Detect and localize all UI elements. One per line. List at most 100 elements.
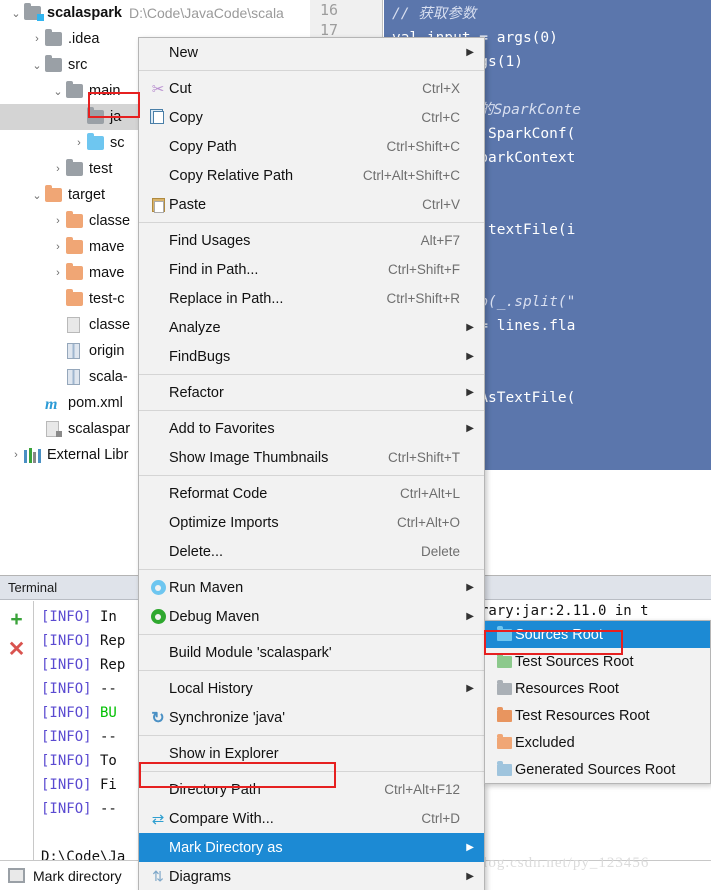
menu-item-new[interactable]: New ▶ bbox=[139, 38, 484, 67]
menu-item-label: Reformat Code bbox=[169, 485, 268, 502]
menu-item-show-image-thumbnails[interactable]: Show Image Thumbnails Ctrl+Shift+T bbox=[139, 443, 484, 472]
submenu-item-test-resources-root[interactable]: Test Resources Root bbox=[485, 702, 710, 729]
folder-blue-gen-icon bbox=[493, 761, 515, 776]
tree-twisty-right-icon[interactable]: › bbox=[50, 161, 66, 177]
menu-item-copy-relative-path[interactable]: Copy Relative Path Ctrl+Alt+Shift+C bbox=[139, 161, 484, 190]
menu-item-build-module-scalaspark[interactable]: Build Module 'scalaspark' bbox=[139, 638, 484, 667]
menu-item-shortcut: Ctrl+Shift+R bbox=[386, 291, 460, 306]
menu-item-shortcut: Ctrl+Shift+F bbox=[387, 262, 460, 277]
menu-item-diagrams[interactable]: ⇅ Diagrams ▶ bbox=[139, 862, 484, 890]
tree-twisty-right-icon[interactable]: › bbox=[50, 239, 66, 255]
submenu-arrow-icon: ▶ bbox=[466, 611, 474, 622]
tree-row-label: mave bbox=[89, 239, 125, 255]
folder-green-icon bbox=[493, 653, 515, 668]
tree-row-label: main bbox=[89, 83, 121, 99]
submenu-arrow-icon: ▶ bbox=[466, 322, 474, 333]
submenu-item-resources-root[interactable]: Resources Root bbox=[485, 675, 710, 702]
line-number-gutter: 16 17 bbox=[310, 0, 383, 40]
tree-twisty-down-icon[interactable]: ⌄ bbox=[8, 5, 24, 21]
menu-item-cut[interactable]: ✂ Cut Ctrl+X bbox=[139, 74, 484, 103]
close-terminal-icon[interactable]: ✕ bbox=[8, 639, 26, 660]
menu-item-paste[interactable]: Paste Ctrl+V bbox=[139, 190, 484, 219]
tree-twisty-right-icon[interactable]: › bbox=[50, 213, 66, 229]
menu-item-find-usages[interactable]: Find Usages Alt+F7 bbox=[139, 226, 484, 255]
menu-item-find-in-path[interactable]: Find in Path... Ctrl+Shift+F bbox=[139, 255, 484, 284]
menu-item-shortcut: Alt+F7 bbox=[420, 233, 460, 248]
tree-twisty-right-icon[interactable]: › bbox=[71, 135, 87, 151]
menu-item-shortcut: Ctrl+V bbox=[422, 197, 460, 212]
menu-item-show-in-explorer[interactable]: Show in Explorer bbox=[139, 739, 484, 768]
menu-item-label: Copy Relative Path bbox=[169, 167, 294, 184]
file-text-icon bbox=[66, 316, 84, 333]
menu-item-label: Show Image Thumbnails bbox=[169, 449, 329, 466]
menu-item-run-maven[interactable]: Run Maven ▶ bbox=[139, 573, 484, 602]
menu-divider bbox=[139, 374, 484, 375]
menu-divider bbox=[139, 670, 484, 671]
menu-item-reformat-code[interactable]: Reformat Code Ctrl+Alt+L bbox=[139, 479, 484, 508]
menu-item-replace-in-path[interactable]: Replace in Path... Ctrl+Shift+R bbox=[139, 284, 484, 313]
menu-item-synchronize-java[interactable]: ↻ Synchronize 'java' bbox=[139, 703, 484, 732]
menu-item-label: Compare With... bbox=[169, 810, 274, 827]
status-text: Mark directory bbox=[33, 867, 122, 884]
tree-row-label: scalaspark bbox=[47, 5, 122, 21]
add-terminal-icon[interactable]: + bbox=[10, 609, 22, 630]
submenu-item-label: Sources Root bbox=[515, 626, 603, 643]
menu-item-label: Optimize Imports bbox=[169, 514, 279, 531]
tree-row-label: sc bbox=[110, 135, 125, 151]
tree-twisty-down-icon[interactable]: ⌄ bbox=[29, 187, 45, 203]
menu-item-shortcut: Ctrl+X bbox=[422, 81, 460, 96]
submenu-arrow-icon: ▶ bbox=[466, 842, 474, 853]
folder-blue-icon bbox=[87, 132, 105, 151]
folder-orange-res-icon bbox=[493, 707, 515, 722]
tree-twisty-down-icon[interactable]: ⌄ bbox=[50, 83, 66, 99]
menu-item-optimize-imports[interactable]: Optimize Imports Ctrl+Alt+O bbox=[139, 508, 484, 537]
submenu-item-sources-root[interactable]: Sources Root bbox=[485, 621, 710, 648]
menu-item-copy[interactable]: Copy Ctrl+C bbox=[139, 103, 484, 132]
folder-orange-icon bbox=[66, 210, 84, 229]
menu-item-shortcut: Delete bbox=[420, 544, 460, 559]
tree-twisty-right-icon[interactable]: › bbox=[29, 31, 45, 47]
menu-item-refactor[interactable]: Refactor ▶ bbox=[139, 378, 484, 407]
menu-item-label: Delete... bbox=[169, 543, 223, 560]
submenu-item-generated-sources-root[interactable]: Generated Sources Root bbox=[485, 756, 710, 783]
menu-item-analyze[interactable]: Analyze ▶ bbox=[139, 313, 484, 342]
submenu-arrow-icon: ▶ bbox=[466, 871, 474, 882]
menu-item-mark-directory-as[interactable]: Mark Directory as ▶ bbox=[139, 833, 484, 862]
menu-item-compare-with[interactable]: ⇄ Compare With... Ctrl+D bbox=[139, 804, 484, 833]
gear-blue-icon bbox=[147, 580, 169, 595]
menu-item-directory-path[interactable]: Directory Path Ctrl+Alt+F12 bbox=[139, 775, 484, 804]
tree-twisty-right-icon[interactable]: › bbox=[50, 265, 66, 281]
submenu-arrow-icon: ▶ bbox=[466, 351, 474, 362]
menu-item-shortcut: Ctrl+Shift+T bbox=[387, 450, 460, 465]
menu-item-label: Cut bbox=[169, 80, 192, 97]
menu-item-shortcut: Ctrl+Alt+L bbox=[399, 486, 460, 501]
submenu-item-excluded[interactable]: Excluded bbox=[485, 729, 710, 756]
submenu-item-label: Test Sources Root bbox=[515, 653, 634, 670]
menu-divider bbox=[139, 569, 484, 570]
line-number: 16 bbox=[320, 1, 339, 19]
ide-window: ⌄ scalaspark D:\Code\JavaCode\scala › .idea ⌄… bbox=[0, 0, 711, 890]
menu-item-delete[interactable]: Delete... Delete bbox=[139, 537, 484, 566]
menu-item-findbugs[interactable]: FindBugs ▶ bbox=[139, 342, 484, 371]
menu-item-debug-maven[interactable]: Debug Maven ▶ bbox=[139, 602, 484, 631]
menu-item-label: FindBugs bbox=[169, 348, 231, 365]
menu-divider bbox=[139, 771, 484, 772]
submenu-item-label: Resources Root bbox=[515, 680, 619, 697]
menu-item-copy-path[interactable]: Copy Path Ctrl+Shift+C bbox=[139, 132, 484, 161]
library-icon bbox=[24, 447, 42, 463]
submenu-arrow-icon: ▶ bbox=[466, 47, 474, 58]
menu-item-label: Find Usages bbox=[169, 232, 251, 249]
tree-row-label: classe bbox=[89, 317, 131, 333]
menu-item-local-history[interactable]: Local History ▶ bbox=[139, 674, 484, 703]
context-menu[interactable]: New ▶ ✂ Cut Ctrl+X Copy Ctrl+C Copy Path Ctrl+Sh… bbox=[138, 37, 485, 890]
terminal-right-fragment: rary:jar:2.11.0 in t bbox=[480, 603, 649, 619]
folder-orange-icon bbox=[66, 236, 84, 255]
tree-twisty-down-icon[interactable]: ⌄ bbox=[29, 57, 45, 73]
mark-directory-submenu[interactable]: Sources Root Test Sources Root Resources R… bbox=[484, 620, 711, 784]
tree-row-path: D:\Code\JavaCode\scala bbox=[128, 5, 284, 21]
menu-item-label: Local History bbox=[169, 680, 253, 697]
sync-icon: ↻ bbox=[151, 709, 165, 727]
tree-twisty-right-icon[interactable]: › bbox=[8, 447, 24, 463]
submenu-item-test-sources-root[interactable]: Test Sources Root bbox=[485, 648, 710, 675]
menu-item-add-to-favorites[interactable]: Add to Favorites ▶ bbox=[139, 414, 484, 443]
